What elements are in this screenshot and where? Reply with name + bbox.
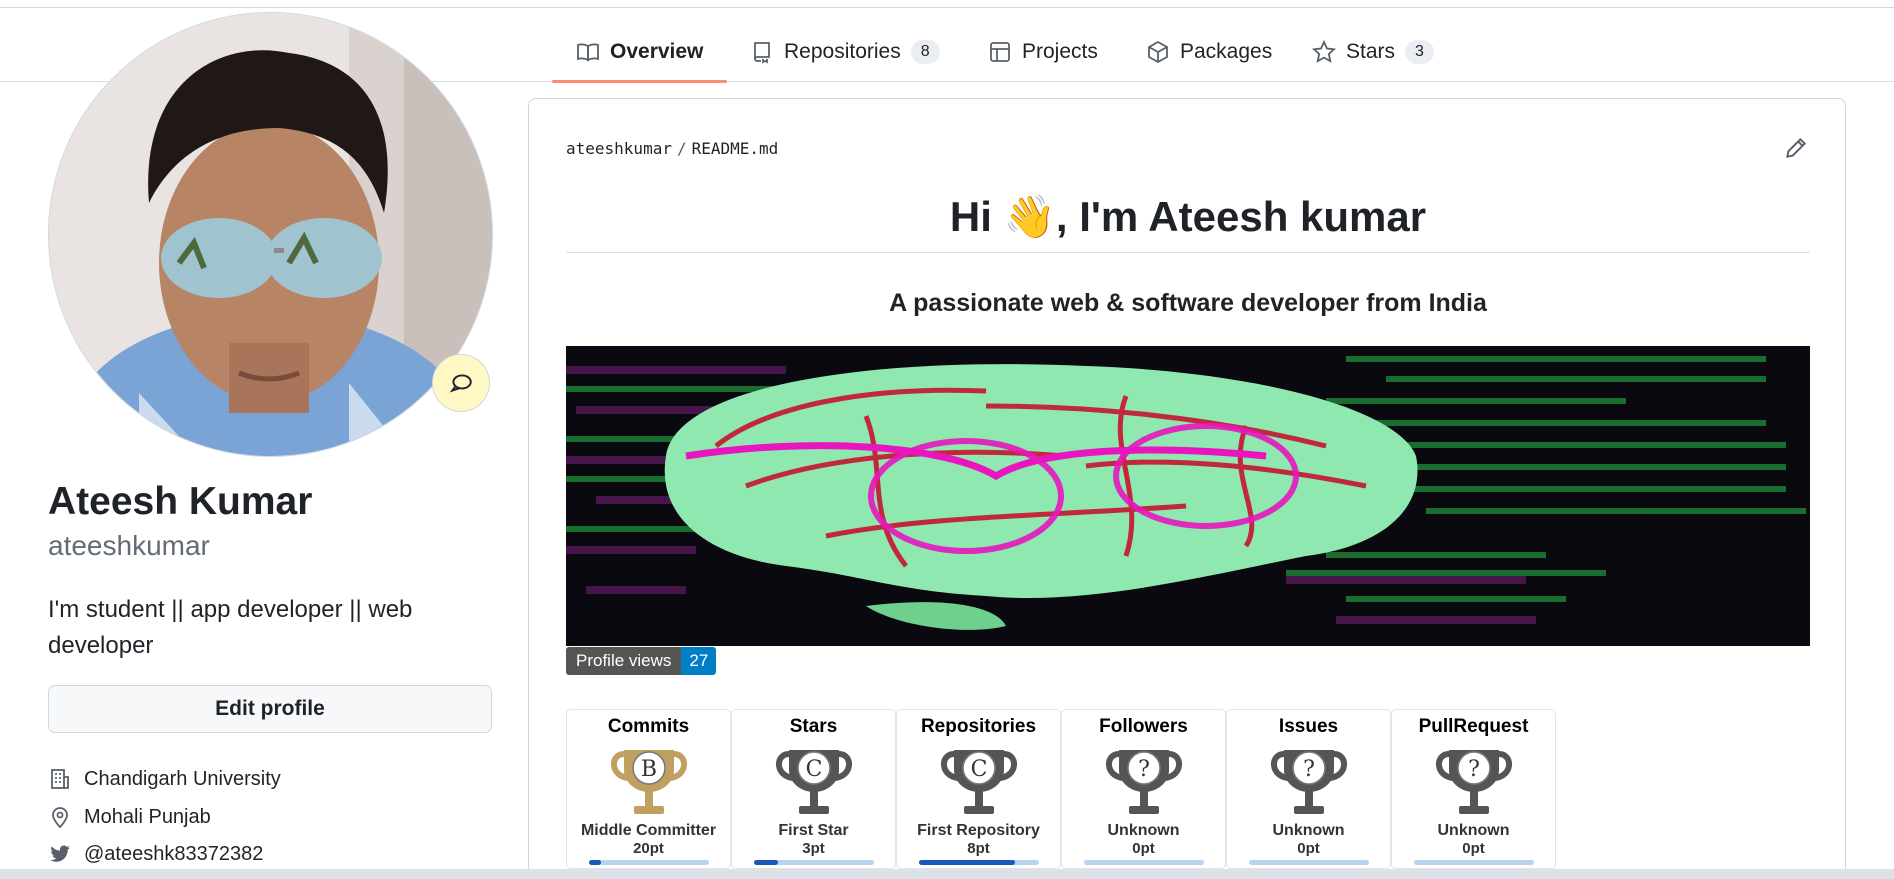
trophy-rank: First Star	[778, 822, 849, 839]
trophy-rank-letter: ?	[1468, 757, 1480, 782]
trophy-points: 3pt	[802, 840, 825, 857]
trophy-card: Commits B Middle Committer 20pt	[566, 709, 731, 869]
tab-stars-label: Stars	[1346, 40, 1396, 63]
trophy-progress-fill	[589, 860, 601, 865]
trophy-progress-bar	[754, 860, 874, 865]
trophy-card: Stars C First Star 3pt	[731, 709, 896, 869]
trophy-title: PullRequest	[1418, 716, 1529, 737]
trophy-progress-fill	[754, 860, 778, 865]
tab-repositories[interactable]: Repositories 8	[726, 22, 964, 82]
readme-file-name: README.md	[691, 139, 779, 158]
set-status-button[interactable]	[432, 354, 490, 412]
profile-location: Mohali Punjab	[48, 805, 211, 829]
trophy-points: 0pt	[1132, 840, 1155, 857]
readme-breadcrumb: ateeshkumar / README.md	[566, 139, 778, 158]
readme-card: ateeshkumar / README.md Hi 👋, I'm Ateesh k…	[528, 98, 1846, 879]
trophy-points: 0pt	[1462, 840, 1485, 857]
twitter-icon	[50, 845, 70, 862]
edit-readme-button[interactable]	[1783, 135, 1809, 161]
tab-overview[interactable]: Overview	[552, 22, 728, 83]
tab-overview-label: Overview	[610, 40, 704, 63]
package-icon	[1148, 40, 1168, 64]
location-text: Mohali Punjab	[84, 805, 211, 828]
speech-bubble-icon	[449, 374, 472, 393]
trophy-card: Issues? Unknown 0pt	[1226, 709, 1391, 869]
trophy-points: 0pt	[1297, 840, 1320, 857]
tab-packages[interactable]: Packages	[1122, 22, 1296, 82]
tab-projects-label: Projects	[1022, 40, 1098, 63]
trophy-card: Repositories C First Repository 8pt	[896, 709, 1061, 869]
profile-username: ateeshkumar	[48, 530, 210, 561]
trophy-cup-icon: ?	[1106, 750, 1182, 814]
trophy-cup-icon: C	[776, 750, 852, 814]
trophy-rank: Middle Committer	[580, 822, 717, 839]
trophy-points: 8pt	[967, 840, 990, 857]
trophy-cup-icon: ?	[1271, 750, 1347, 814]
trophy-rank-letter: ?	[1138, 757, 1150, 782]
trophy-rank-letter: C	[971, 757, 988, 782]
avatar[interactable]	[48, 12, 493, 457]
window-top-border	[0, 0, 1894, 8]
organization-text: Chandigarh University	[84, 767, 281, 790]
profile-views-count: 27	[681, 647, 717, 675]
profile-fullname: Ateesh Kumar	[48, 480, 313, 523]
pencil-icon	[1786, 137, 1807, 158]
tab-repositories-label: Repositories	[784, 40, 901, 63]
profile-views-label: Profile views	[566, 647, 682, 675]
trophy-card: PullRequest? Unknown 0pt	[1391, 709, 1556, 869]
trophy-progress-bar	[1414, 860, 1534, 865]
tab-projects[interactable]: Projects	[964, 22, 1122, 82]
trophy-progress-bar	[919, 860, 1039, 865]
trophy-rank-letter: ?	[1303, 757, 1315, 782]
repositories-count: 8	[910, 40, 940, 64]
breadcrumb-separator: /	[676, 139, 687, 158]
table-icon	[990, 42, 1010, 62]
trophy-rank-letter: B	[641, 757, 657, 782]
tab-stars[interactable]: Stars 3	[1288, 22, 1458, 82]
trophy-rank: First Repository	[917, 822, 1040, 839]
trophy-card: Followers? Unknown 0pt	[1061, 709, 1226, 869]
trophy-cup-icon: C	[941, 750, 1017, 814]
readme-owner-link[interactable]: ateeshkumar	[566, 139, 672, 158]
trophy-title: Stars	[789, 716, 838, 737]
profile-twitter[interactable]: @ateeshk83372382	[48, 842, 263, 866]
trophy-cup-icon: B	[611, 750, 687, 814]
readme-title: Hi 👋, I'm Ateesh kumar	[566, 189, 1810, 253]
profile-bio: I'm student || app developer || web deve…	[48, 596, 413, 659]
stars-count: 3	[1405, 40, 1434, 64]
trophy-progress-bar	[1084, 860, 1204, 865]
building-icon	[51, 769, 69, 789]
trophy-rank: Unknown	[1107, 822, 1180, 839]
location-pin-icon	[52, 807, 68, 829]
tab-packages-label: Packages	[1180, 40, 1273, 63]
twitter-handle[interactable]: @ateeshk83372382	[84, 843, 263, 866]
book-icon	[577, 43, 599, 62]
taskbar-edge	[0, 869, 1894, 879]
trophy-rank: Unknown	[1272, 822, 1345, 839]
trophy-progress-bar	[589, 860, 709, 865]
trophy-progress-fill	[919, 860, 1015, 865]
trophy-row: Commits B Middle Committer 20pt Stars C First …	[566, 709, 1556, 879]
trophy-rank-letter: C	[806, 757, 823, 782]
star-icon	[1312, 40, 1336, 63]
profile-organization: Chandigarh University	[48, 767, 281, 791]
repo-icon	[754, 42, 770, 64]
trophy-cup-icon: ?	[1436, 750, 1512, 814]
trophy-title: Issues	[1278, 716, 1339, 737]
trophy-points: 20pt	[633, 840, 664, 857]
trophy-title: Followers	[1099, 716, 1188, 737]
trophy-title: Repositories	[920, 716, 1037, 737]
trophy-title: Commits	[607, 716, 690, 737]
trophy-progress-bar	[1249, 860, 1369, 865]
readme-banner-image	[566, 346, 1810, 646]
profile-views-badge: Profile views 27	[566, 647, 717, 675]
trophy-rank: Unknown	[1437, 822, 1510, 839]
readme-subtitle: A passionate web & software developer fr…	[889, 289, 1487, 317]
edit-profile-button[interactable]: Edit profile	[48, 685, 492, 733]
